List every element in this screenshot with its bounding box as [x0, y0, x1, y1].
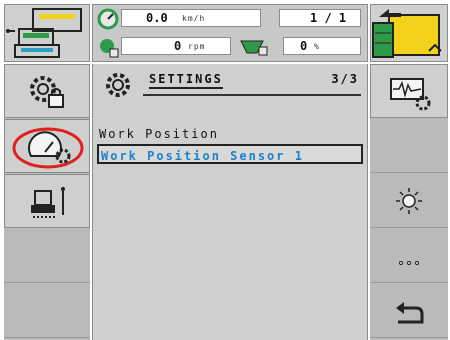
brightness-button[interactable]	[370, 174, 448, 228]
implement-height-button[interactable]	[4, 174, 90, 228]
fill-value: 0	[300, 39, 308, 53]
speed-value: 0.0	[146, 11, 168, 25]
implement-height-icon	[31, 187, 65, 218]
fill-field: 0 %	[283, 37, 361, 55]
speed-icon	[97, 8, 119, 30]
settings-panel: SETTINGS 3/3 Work Position Work Position…	[92, 64, 368, 340]
header-divider	[143, 94, 361, 96]
panel-header: SETTINGS 3/3	[93, 64, 367, 116]
list-item-selected[interactable]: Work Position Sensor 1	[97, 144, 363, 164]
rpm-unit: rpm	[188, 42, 206, 51]
gauge-settings-button[interactable]	[4, 119, 90, 173]
machine-overview-icon[interactable]	[4, 4, 90, 62]
speed-field: 0.0 km/h	[121, 9, 261, 27]
gauge-settings-icon	[12, 127, 84, 169]
page-counter-field: 1 / 1	[279, 9, 361, 27]
list-item[interactable]: Work Position	[97, 124, 363, 144]
more-button[interactable]	[370, 229, 448, 283]
rpm-icon	[100, 39, 119, 58]
rpm-field: 0 rpm	[121, 37, 231, 55]
page-counter: 1 / 1	[310, 11, 347, 25]
speed-unit: km/h	[182, 14, 206, 23]
diagnostics-button[interactable]	[370, 64, 448, 118]
page-title: SETTINGS	[149, 72, 223, 89]
left-softkey-column	[4, 64, 90, 340]
brightness-icon	[396, 188, 422, 214]
gear-icon	[106, 73, 130, 97]
right-softkey-column	[370, 64, 448, 340]
more-icon	[399, 261, 419, 265]
section-control-icon[interactable]	[370, 4, 448, 62]
empty-softkey-right-2	[370, 119, 448, 173]
back-button[interactable]	[370, 284, 448, 338]
settings-lock-button[interactable]	[4, 64, 90, 118]
back-icon	[396, 302, 424, 324]
fill-unit: %	[314, 42, 320, 51]
waveform-settings-icon	[390, 78, 431, 111]
status-bar: 0.0 km/h 1 / 1 0 rpm 0 %	[92, 4, 368, 62]
empty-softkey-left-5	[4, 284, 90, 338]
settings-lock-icon	[30, 76, 64, 108]
settings-list: Work Position Work Position Sensor 1	[97, 124, 363, 164]
hopper-icon	[240, 40, 268, 56]
empty-softkey-left-4	[4, 229, 90, 283]
page-indicator: 3/3	[331, 72, 359, 86]
rpm-value: 0	[174, 39, 182, 53]
